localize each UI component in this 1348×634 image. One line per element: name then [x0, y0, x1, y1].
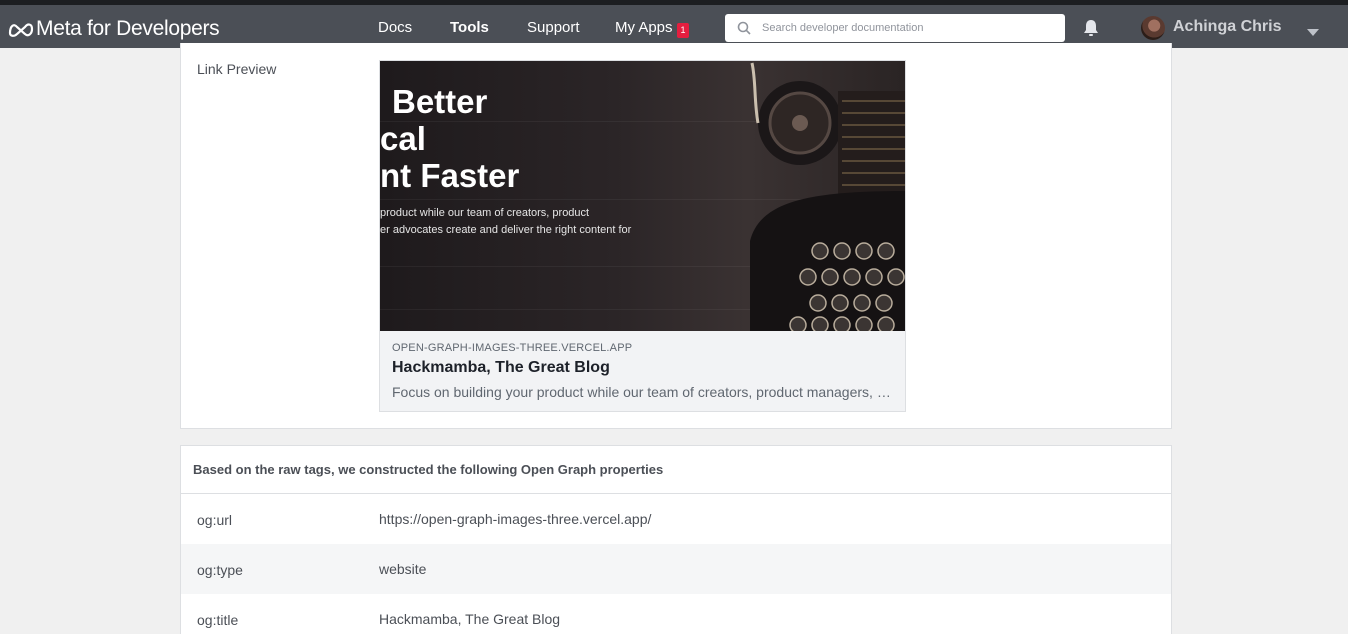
search-input[interactable] — [762, 18, 1052, 38]
nav-my-apps[interactable]: My Apps — [615, 19, 673, 36]
preview-image-body-2: er advocates create and deliver the righ… — [380, 224, 632, 236]
typewriter-illustration — [750, 62, 905, 331]
table-row: og:type website — [181, 544, 1171, 594]
meta-for-developers-logo[interactable]: Meta for Developers — [8, 15, 220, 43]
chevron-down-icon[interactable] — [1307, 29, 1319, 36]
user-name[interactable]: Achinga Chris — [1173, 18, 1281, 36]
preview-image: Better cal nt Faster product while our t… — [380, 61, 905, 331]
preview-title: Hackmamba, The Great Blog — [392, 359, 610, 376]
my-apps-notification-badge: 1 — [677, 23, 689, 38]
user-avatar[interactable] — [1141, 16, 1165, 40]
table-row: og:url https://open-graph-images-three.v… — [181, 494, 1171, 544]
nav-support[interactable]: Support — [527, 19, 580, 36]
preview-description: Focus on building your product while our… — [392, 384, 892, 400]
link-preview-label: Link Preview — [197, 61, 277, 77]
nav-docs[interactable]: Docs — [378, 19, 412, 36]
property-value: https://open-graph-images-three.vercel.a… — [379, 511, 652, 527]
property-value: Hackmamba, The Great Blog — [379, 611, 561, 627]
property-key: og:url — [197, 512, 233, 528]
link-preview-card[interactable]: Better cal nt Faster product while our t… — [379, 60, 906, 412]
nav-tools[interactable]: Tools — [450, 19, 489, 36]
link-preview-panel: Link Preview Better cal nt Faster produc… — [180, 43, 1172, 429]
table-row: og:title Hackmamba, The Great Blog — [181, 594, 1171, 634]
preview-image-headline-1: Better — [392, 83, 488, 120]
open-graph-properties-panel: Based on the raw tags, we constructed th… — [180, 445, 1172, 634]
logo-text: Meta for Developers — [36, 17, 220, 40]
property-key: og:type — [197, 562, 243, 578]
properties-header: Based on the raw tags, we constructed th… — [181, 446, 1171, 494]
meta-logo-icon — [8, 23, 34, 37]
preview-image-headline-3: nt Faster — [380, 157, 520, 194]
properties-heading: Based on the raw tags, we constructed th… — [193, 462, 664, 477]
property-value: website — [379, 561, 427, 577]
search-box[interactable] — [725, 14, 1065, 42]
preview-domain: OPEN-GRAPH-IMAGES-THREE.VERCEL.APP — [392, 342, 633, 354]
preview-image-body-1: product while our team of creators, prod… — [380, 207, 590, 219]
property-key: og:title — [197, 612, 239, 628]
top-navigation-bar: Meta for Developers Docs Tools Support M… — [0, 0, 1348, 48]
search-icon — [737, 21, 751, 35]
preview-image-headline-2: cal — [380, 120, 426, 157]
bell-icon[interactable] — [1081, 18, 1101, 38]
